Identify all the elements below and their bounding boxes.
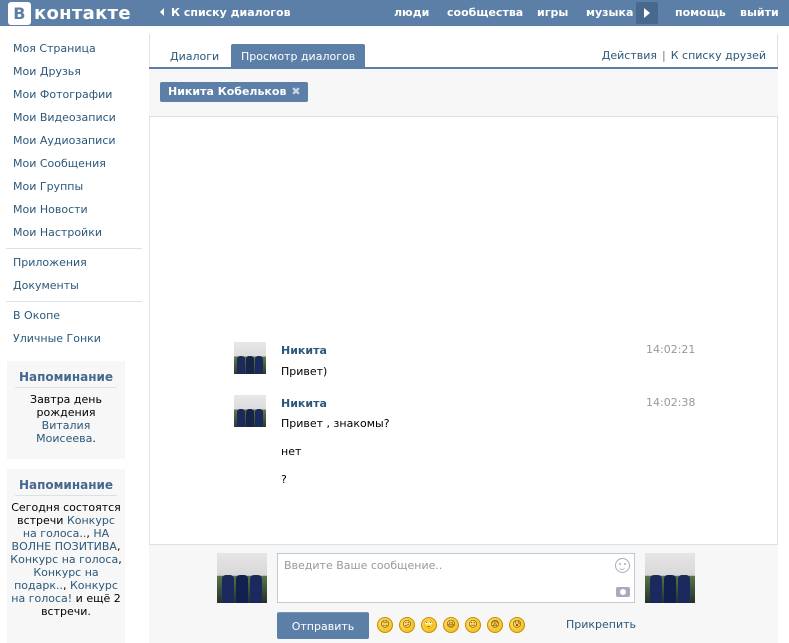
reminder-text-part: Сегодня bbox=[11, 501, 64, 514]
emoji-scared-icon[interactable]: 😨 bbox=[487, 617, 503, 633]
friends-list-link[interactable]: К списку друзей bbox=[671, 49, 766, 62]
sidebar-divider bbox=[6, 248, 142, 249]
emoji-smile-icon[interactable]: 😊 bbox=[377, 617, 393, 633]
my-avatar[interactable] bbox=[217, 553, 267, 603]
nav-music[interactable]: музыка bbox=[586, 6, 633, 19]
reminder-person-link[interactable]: Виталия Моисеева bbox=[36, 419, 92, 445]
sidebar-item-photos[interactable]: Мои Фотографии bbox=[13, 88, 112, 101]
message-author[interactable]: Никита bbox=[281, 344, 327, 357]
reminder-text-part: . bbox=[92, 432, 96, 445]
top-header: Вконтакте К списку диалогов люди сообщес… bbox=[0, 0, 789, 26]
sidebar-item-group-races[interactable]: Уличные Гонки bbox=[13, 332, 101, 345]
attach-link[interactable]: Прикрепить bbox=[566, 618, 636, 631]
music-play-button[interactable] bbox=[636, 2, 658, 24]
message-input[interactable] bbox=[278, 554, 612, 602]
reminder-text: Завтра день рождения Виталия Моисеева. bbox=[7, 393, 125, 445]
reminder-text-part: , bbox=[116, 540, 121, 553]
tabs-bar: Диалоги Просмотр диалогов Действия | К спи… bbox=[149, 42, 778, 69]
sidebar-item-group-okop[interactable]: В Окопе bbox=[13, 309, 60, 322]
nav-games[interactable]: игры bbox=[537, 6, 568, 19]
sidebar-item-settings[interactable]: Мои Настройки bbox=[13, 226, 102, 239]
vk-logo[interactable]: Вконтакте bbox=[8, 2, 131, 25]
emoji-sweat-icon[interactable]: 😰 bbox=[509, 617, 525, 633]
nav-people[interactable]: люди bbox=[394, 6, 429, 19]
sidebar-item-groups[interactable]: Мои Группы bbox=[13, 180, 83, 193]
close-icon[interactable]: ✖ bbox=[291, 85, 300, 98]
sidebar-item-news[interactable]: Мои Новости bbox=[13, 203, 88, 216]
sidebar-item-apps[interactable]: Приложения bbox=[13, 256, 87, 269]
events-reminder: Напоминание Сегодня состоятся встречи Ко… bbox=[7, 469, 125, 643]
emoji-confused-icon[interactable]: 😕 bbox=[399, 617, 415, 633]
sidebar-item-audio[interactable]: Мои Аудиозаписи bbox=[13, 134, 116, 147]
message-time: 14:02:38 bbox=[646, 396, 696, 409]
logo-text: контакте bbox=[34, 3, 131, 24]
logo-letter: В bbox=[8, 2, 31, 25]
reminder-text-part: Завтра bbox=[30, 393, 74, 406]
message-text: Привет) bbox=[281, 365, 328, 378]
actions-link[interactable]: Действия bbox=[602, 49, 657, 62]
message-box bbox=[277, 553, 635, 603]
peer-name: Никита Кобельков bbox=[168, 85, 287, 98]
sidebar-item-my-page[interactable]: Моя Страница bbox=[13, 42, 96, 55]
reminder-title: Напоминание bbox=[15, 479, 117, 496]
nav-logout[interactable]: выйти bbox=[740, 6, 779, 19]
sidebar-item-messages[interactable]: Мои Сообщения bbox=[13, 157, 106, 170]
sidebar-item-videos[interactable]: Мои Видеозаписи bbox=[13, 111, 116, 124]
play-icon bbox=[644, 8, 650, 18]
peer-avatar[interactable] bbox=[645, 553, 695, 603]
nav-communities[interactable]: сообщества bbox=[447, 6, 523, 19]
tab-dialogs[interactable]: Диалоги bbox=[160, 44, 229, 69]
emoji-neutral-icon[interactable]: 😐 bbox=[465, 617, 481, 633]
message-author[interactable]: Никита bbox=[281, 397, 327, 410]
emoji-laugh-icon[interactable]: 😆 bbox=[443, 617, 459, 633]
emoji-rolleyes-icon[interactable]: 🙄 bbox=[421, 617, 437, 633]
reminder-text-part: , bbox=[62, 579, 70, 592]
reminder-text-part: , bbox=[118, 553, 122, 566]
message-text: Привет , знакомы? bbox=[281, 417, 390, 430]
birthday-reminder: Напоминание Завтра день рождения Виталия… bbox=[7, 361, 125, 459]
tabs-actions: Действия | К списку друзей bbox=[602, 49, 766, 62]
message-text: ? bbox=[281, 473, 287, 486]
camera-icon[interactable] bbox=[616, 587, 630, 597]
actions-separator: | bbox=[662, 49, 666, 62]
back-to-dialogs-link[interactable]: К списку диалогов bbox=[160, 6, 291, 19]
reminder-text: Сегодня состоятся встречи Конкурс на гол… bbox=[7, 501, 125, 618]
back-link-label: К списку диалогов bbox=[171, 6, 291, 19]
nav-help[interactable]: помощь bbox=[675, 6, 726, 19]
avatar[interactable] bbox=[234, 342, 266, 374]
sidebar-item-documents[interactable]: Документы bbox=[13, 279, 79, 292]
arrow-left-icon bbox=[160, 8, 164, 16]
avatar[interactable] bbox=[234, 395, 266, 427]
sidebar-divider bbox=[6, 301, 142, 302]
message-time: 14:02:21 bbox=[646, 343, 696, 356]
tab-view-dialogs[interactable]: Просмотр диалогов bbox=[231, 44, 366, 69]
message-text: нет bbox=[281, 445, 302, 458]
event-link[interactable]: Конкурс на голоса bbox=[10, 553, 118, 566]
reminder-title: Напоминание bbox=[15, 371, 117, 388]
smiley-icon[interactable] bbox=[615, 558, 630, 573]
sidebar-item-friends[interactable]: Мои Друзья bbox=[13, 65, 81, 78]
peer-chip[interactable]: Никита Кобельков ✖ bbox=[160, 82, 308, 102]
send-button[interactable]: Отправить bbox=[277, 612, 369, 639]
